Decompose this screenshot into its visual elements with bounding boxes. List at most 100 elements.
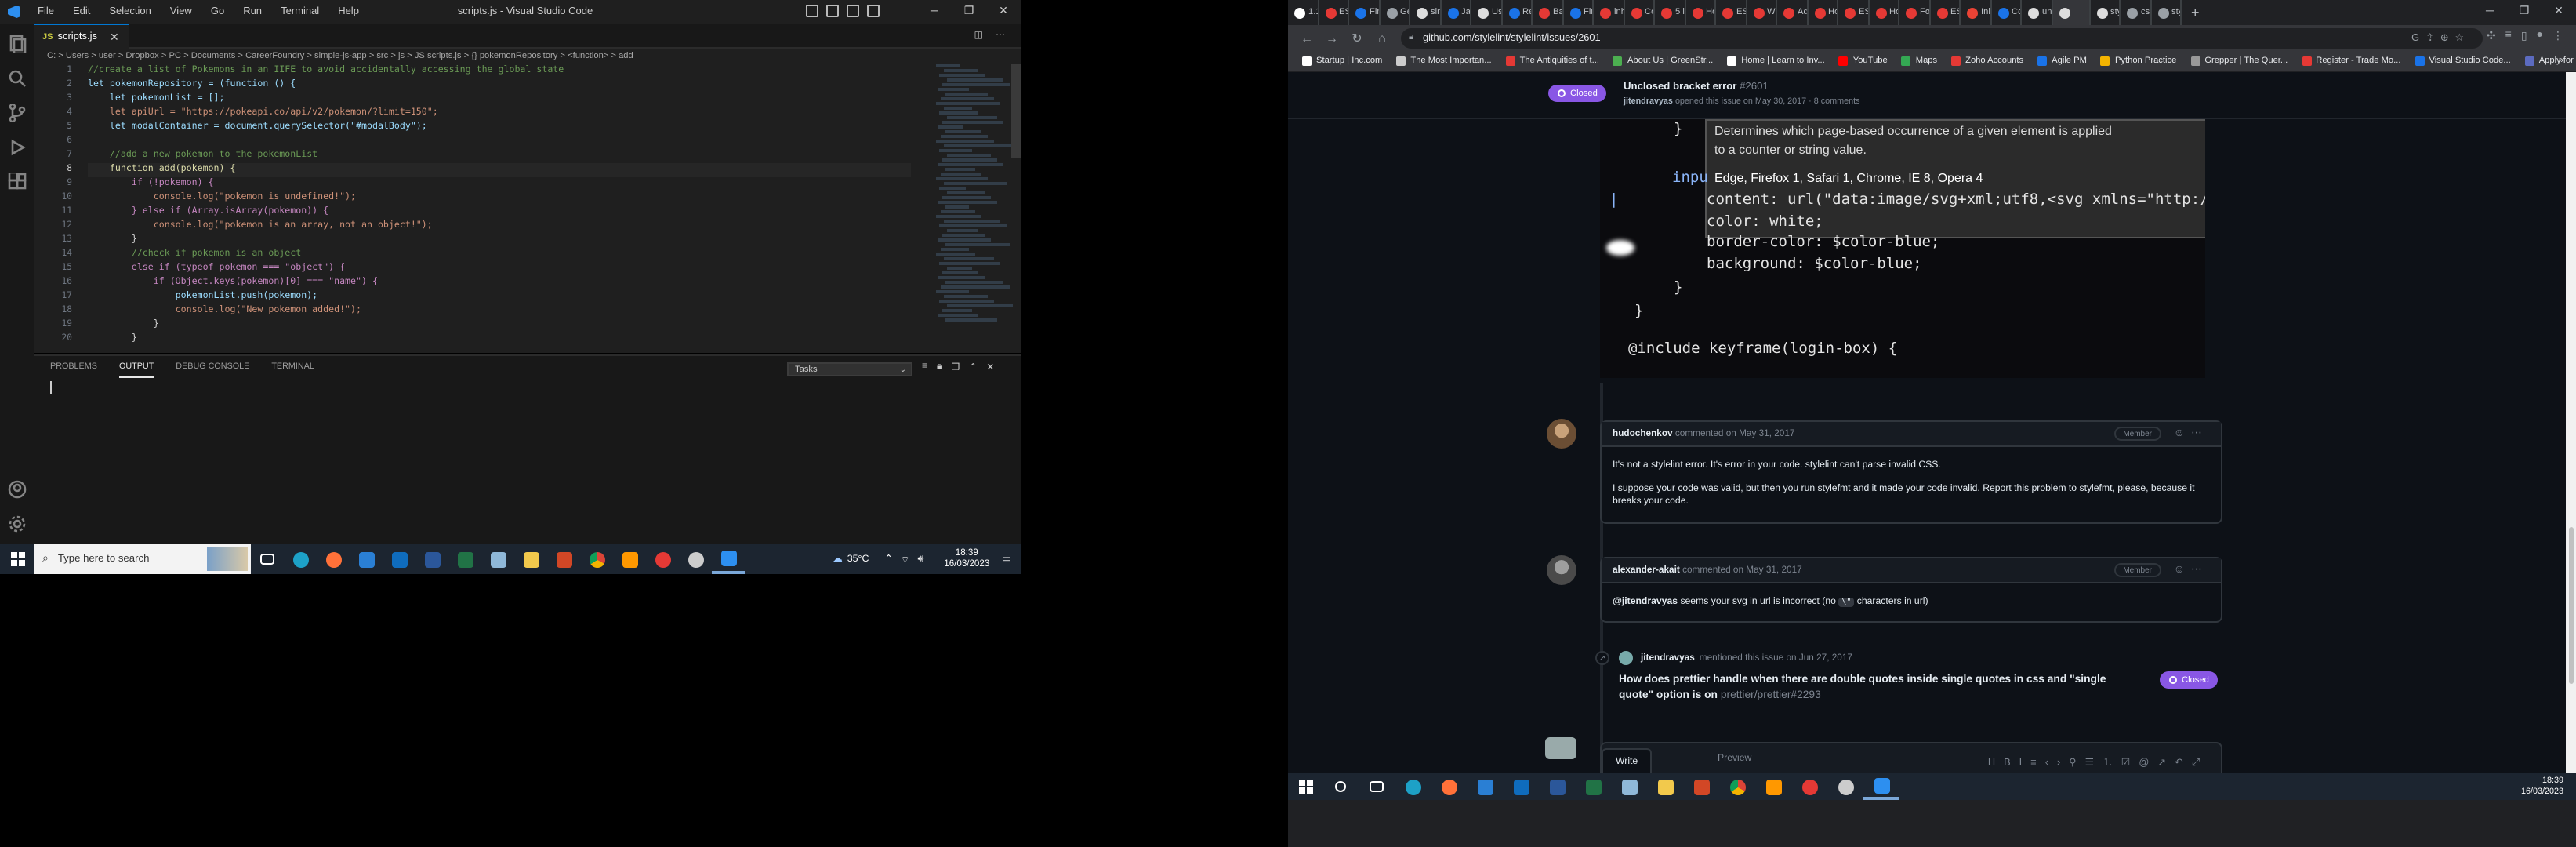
bullet-list-icon[interactable]: ☰ (2085, 758, 2103, 769)
bookmark-item[interactable]: Home | Learn to Inv... (1727, 56, 1825, 66)
menu-file[interactable]: File (28, 0, 63, 24)
menu-selection[interactable]: Selection (100, 0, 161, 24)
notifications-icon[interactable]: ▭ (1002, 554, 1011, 565)
browser-tab[interactable]: Fo (1899, 0, 1930, 25)
fullscreen-icon[interactable]: ⤢ (2192, 758, 2208, 769)
notepad-icon[interactable] (1611, 773, 1647, 800)
bookmark-item[interactable]: YouTube (1838, 56, 1888, 66)
issue-opener[interactable]: jitendravyas (1624, 97, 1673, 107)
user-mention[interactable]: @jitendravyas (1613, 596, 1678, 607)
browser-tab[interactable]: Re (1502, 0, 1533, 25)
mention-icon[interactable]: @ (2139, 758, 2157, 769)
mentioned-issue-ref[interactable]: prettier/prettier#2293 (1721, 689, 1821, 700)
reaction-smiley-icon[interactable]: ☺ (2174, 565, 2191, 576)
lock-scroll-icon[interactable]: 🔒︎ (937, 362, 942, 373)
maximize-icon[interactable]: ❐ (952, 0, 986, 24)
chrome-icon[interactable] (1719, 773, 1755, 800)
taskbar-clock[interactable]: 18:39 16/03/2023 (2521, 776, 2563, 798)
mentioned-issue-title-text[interactable]: How does prettier handle when there are … (1619, 674, 2106, 700)
reading-list-icon[interactable]: ≡ (2505, 30, 2512, 42)
browser-tab[interactable]: 1.1 (1288, 0, 1319, 25)
chrome-icon[interactable] (580, 544, 613, 574)
browser-tab[interactable]: Ge (1380, 0, 1410, 25)
weather-temp[interactable]: 35°C (847, 554, 869, 565)
comment-meta[interactable]: commented on May 31, 2017 (1682, 566, 1802, 576)
code-line[interactable]: } (88, 234, 911, 248)
zoom-icon[interactable]: ⊕ (2440, 33, 2455, 44)
code-line[interactable]: if (Object.keys(pokemon)[0] === "name") … (88, 276, 911, 290)
comment-more-icon[interactable]: ⋯ (2191, 428, 2208, 439)
firefox-icon[interactable] (1431, 773, 1467, 800)
settings-gear-icon[interactable] (8, 513, 27, 533)
heading-icon[interactable]: H (1988, 758, 2004, 769)
file-explorer-icon[interactable] (1647, 773, 1683, 800)
tab-preview[interactable]: Preview (1718, 753, 1751, 764)
edge-icon[interactable] (284, 544, 317, 574)
extensions-puzzle-icon[interactable]: ✣ (2487, 30, 2496, 42)
code-line[interactable]: //add a new pokemon to the pokemonList (88, 149, 911, 163)
avatar-hudochenkov[interactable] (1547, 419, 1576, 449)
browser-tab[interactable]: sim (1410, 0, 1441, 25)
browser-tab[interactable]: Inl (1961, 0, 1991, 25)
mentioned-issue-title[interactable]: How does prettier handle when there are … (1619, 673, 2136, 703)
source-control-icon[interactable] (8, 102, 27, 123)
volume-icon[interactable]: 🔊︎ (917, 553, 923, 565)
code-line[interactable]: let pokemonRepository = (function () { (88, 78, 911, 93)
code-line[interactable]: let pokemonList = []; (88, 93, 911, 107)
minimize-icon[interactable]: ─ (917, 0, 952, 24)
browser-tab[interactable]: Co (1991, 0, 2022, 25)
menu-help[interactable]: Help (328, 0, 368, 24)
address-bar[interactable]: 🔒︎ github.com/stylelint/stylelint/issues… (1401, 28, 2483, 49)
more-actions-icon[interactable]: ⋯ (996, 30, 1005, 41)
close-icon[interactable]: ✕ (2542, 0, 2576, 25)
task-view-icon[interactable] (1359, 773, 1395, 800)
back-icon[interactable]: ← (1294, 31, 1319, 45)
comment-author[interactable]: hudochenkov (1613, 430, 1673, 439)
screen-recorder-icon[interactable] (1791, 773, 1827, 800)
browser-tab[interactable]: un (2022, 0, 2052, 25)
minimap[interactable] (936, 64, 1013, 353)
browser-tab[interactable] (2052, 0, 2090, 25)
windows-start-icon[interactable] (1288, 780, 1322, 794)
windows-start-icon[interactable] (0, 552, 34, 566)
scrollbar-thumb[interactable] (2568, 527, 2574, 684)
code-line[interactable]: //create a list of Pokemons in an IIFE t… (88, 64, 911, 78)
close-panel-icon[interactable]: ✕ (986, 362, 994, 373)
code-line[interactable]: if (!pokemon) { (88, 177, 911, 191)
tab-output[interactable]: OUTPUT (118, 362, 154, 378)
maximize-panel-icon[interactable]: ⌃ (969, 362, 977, 373)
word-icon[interactable] (1539, 773, 1575, 800)
code-line[interactable]: pokemonList.push(pokemon); (88, 290, 911, 304)
current-user-avatar[interactable] (1545, 737, 1576, 759)
output-channel-select[interactable]: Tasks ⌄ (787, 362, 912, 376)
firefox-icon[interactable] (317, 544, 350, 574)
account-icon[interactable] (8, 478, 27, 499)
mention-user[interactable]: jitendravyas (1641, 653, 1695, 663)
tab-close-icon[interactable]: ✕ (110, 31, 119, 43)
settings-icon[interactable] (1827, 773, 1863, 800)
browser-tab[interactable]: ES (1716, 0, 1747, 25)
bookmark-item[interactable]: Apply for a U.S. Vis... (2524, 56, 2576, 66)
maximize-icon[interactable]: ❐ (2507, 0, 2542, 25)
excel-icon[interactable] (1575, 773, 1611, 800)
code-line[interactable]: console.log("pokemon is undefined!"); (88, 191, 911, 205)
link-icon[interactable]: ⚲ (2069, 758, 2084, 769)
close-icon[interactable]: ✕ (986, 0, 1021, 24)
bookmark-item[interactable]: The Antiquities of t... (1505, 56, 1599, 66)
page-scrollbar[interactable] (2566, 72, 2576, 773)
attached-code-photo[interactable]: Determines which page-based occurrence o… (1600, 119, 2205, 378)
tab-terminal[interactable]: TERMINAL (271, 362, 314, 378)
menu-go[interactable]: Go (201, 0, 234, 24)
taskbar-search-box[interactable]: ⌕ Type here to search (34, 544, 251, 574)
bookmark-item[interactable]: Grepper | The Quer... (2190, 56, 2288, 66)
bookmark-item[interactable]: Python Practice (2100, 56, 2176, 66)
browser-tab[interactable]: Ja (1441, 0, 1471, 25)
weather-icon[interactable]: ☁ (833, 554, 842, 565)
browser-tab[interactable]: inh (1594, 0, 1624, 25)
vscode-taskbar-icon[interactable] (712, 544, 745, 574)
code-line[interactable]: let apiUrl = "https://pokeapi.co/api/v2/… (88, 107, 911, 121)
editor-scrollbar[interactable] (1011, 64, 1021, 158)
clear-output-icon[interactable]: ≡ (922, 362, 927, 373)
vscode-taskbar-icon[interactable] (1863, 773, 1899, 800)
toggle-panel-icon[interactable] (826, 5, 839, 17)
